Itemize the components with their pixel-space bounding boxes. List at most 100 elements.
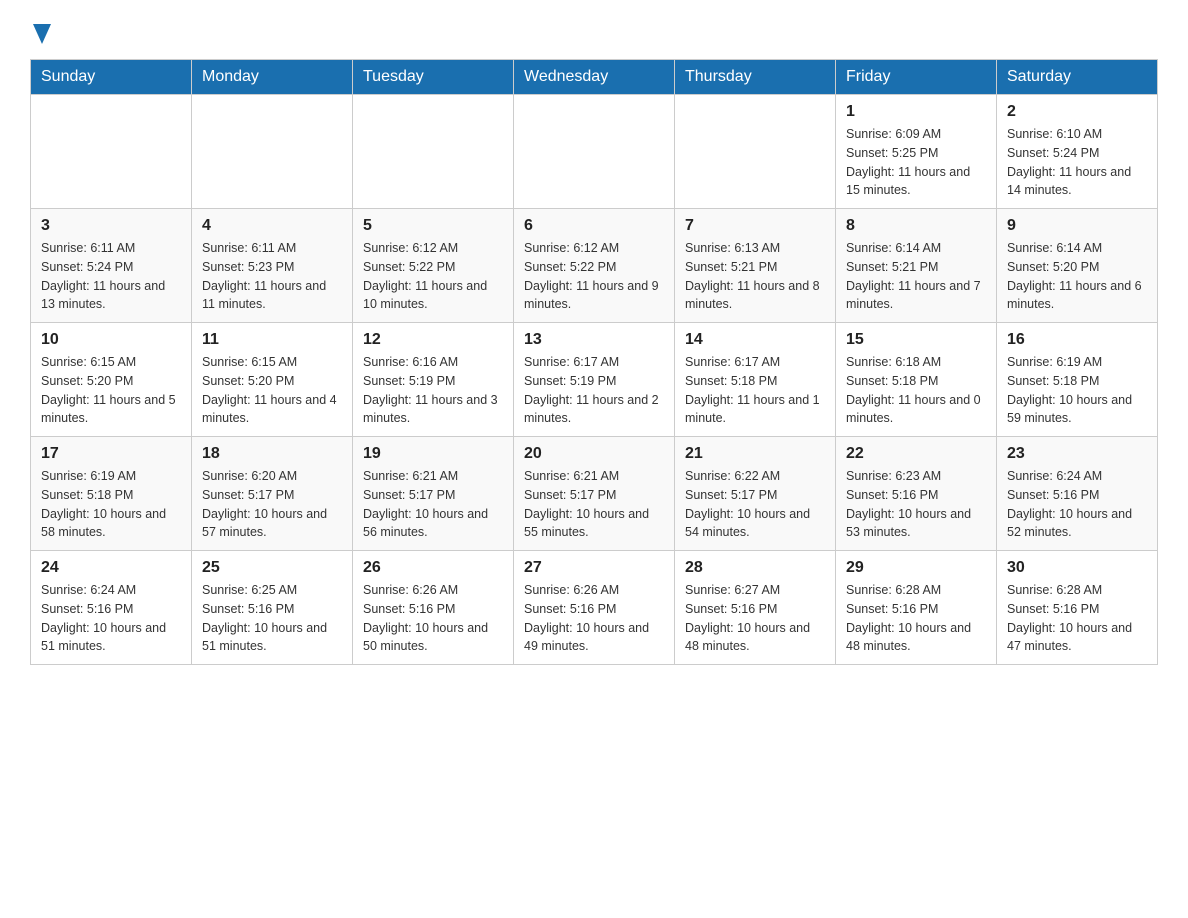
day-number: 17 (41, 445, 181, 463)
calendar-week-row: 10 Sunrise: 6:15 AMSunset: 5:20 PMDayligh… (31, 323, 1158, 437)
logo (30, 20, 51, 49)
day-number: 28 (685, 559, 825, 577)
day-number: 23 (1007, 445, 1147, 463)
calendar-week-row: 17 Sunrise: 6:19 AMSunset: 5:18 PMDayligh… (31, 437, 1158, 551)
calendar-week-row: 1Sunrise: 6:09 AMSunset: 5:25 PMDaylight… (31, 95, 1158, 209)
table-row: 8 Sunrise: 6:14 AMSunset: 5:21 PMDaylight… (836, 209, 997, 323)
table-row: 16Sunrise: 6:19 AMSunset: 5:18 PMDayligh… (997, 323, 1158, 437)
day-info: Sunrise: 6:13 AMSunset: 5:21 PMDaylight:… (685, 239, 825, 314)
table-row: 26Sunrise: 6:26 AMSunset: 5:16 PMDayligh… (353, 551, 514, 665)
day-info: Sunrise: 6:24 AMSunset: 5:16 PMDaylight:… (1007, 467, 1147, 542)
day-number: 14 (685, 331, 825, 349)
calendar-week-row: 3 Sunrise: 6:11 AMSunset: 5:24 PMDaylight… (31, 209, 1158, 323)
day-number: 6 (524, 217, 664, 235)
header-thursday: Thursday (675, 60, 836, 95)
day-info: Sunrise: 6:11 AMSunset: 5:23 PMDaylight:… (202, 239, 342, 314)
day-number: 9 (1007, 217, 1147, 235)
day-info: Sunrise: 6:19 AMSunset: 5:18 PMDaylight:… (41, 467, 181, 542)
day-number: 29 (846, 559, 986, 577)
table-row: 21 Sunrise: 6:22 AMSunset: 5:17 PMDayligh… (675, 437, 836, 551)
table-row: 6 Sunrise: 6:12 AMSunset: 5:22 PMDaylight… (514, 209, 675, 323)
day-number: 3 (41, 217, 181, 235)
table-row: 23 Sunrise: 6:24 AMSunset: 5:16 PMDayligh… (997, 437, 1158, 551)
table-row: 19 Sunrise: 6:21 AMSunset: 5:17 PMDayligh… (353, 437, 514, 551)
table-row: 4 Sunrise: 6:11 AMSunset: 5:23 PMDaylight… (192, 209, 353, 323)
header-monday: Monday (192, 60, 353, 95)
day-info: Sunrise: 6:15 AMSunset: 5:20 PMDaylight:… (202, 353, 342, 428)
day-info: Sunrise: 6:11 AMSunset: 5:24 PMDaylight:… (41, 239, 181, 314)
table-row (353, 95, 514, 209)
logo-triangle-icon (33, 24, 51, 49)
table-row: 29 Sunrise: 6:28 AMSunset: 5:16 PMDayligh… (836, 551, 997, 665)
day-info: Sunrise: 6:22 AMSunset: 5:17 PMDaylight:… (685, 467, 825, 542)
day-number: 30 (1007, 559, 1147, 577)
day-number: 15 (846, 331, 986, 349)
day-info: Sunrise: 6:17 AMSunset: 5:19 PMDaylight:… (524, 353, 664, 428)
table-row (31, 95, 192, 209)
day-info: Sunrise: 6:24 AMSunset: 5:16 PMDaylight:… (41, 581, 181, 656)
day-info: Sunrise: 6:17 AMSunset: 5:18 PMDaylight:… (685, 353, 825, 428)
day-info: Sunrise: 6:09 AMSunset: 5:25 PMDaylight:… (846, 125, 986, 200)
page-header (30, 20, 1158, 49)
day-info: Sunrise: 6:14 AMSunset: 5:20 PMDaylight:… (1007, 239, 1147, 314)
day-info: Sunrise: 6:21 AMSunset: 5:17 PMDaylight:… (363, 467, 503, 542)
day-number: 8 (846, 217, 986, 235)
day-number: 16 (1007, 331, 1147, 349)
calendar-header-row: Sunday Monday Tuesday Wednesday Thursday… (31, 60, 1158, 95)
day-info: Sunrise: 6:28 AMSunset: 5:16 PMDaylight:… (1007, 581, 1147, 656)
day-info: Sunrise: 6:18 AMSunset: 5:18 PMDaylight:… (846, 353, 986, 428)
table-row: 17 Sunrise: 6:19 AMSunset: 5:18 PMDayligh… (31, 437, 192, 551)
day-number: 7 (685, 217, 825, 235)
table-row: 11 Sunrise: 6:15 AMSunset: 5:20 PMDayligh… (192, 323, 353, 437)
table-row: 9 Sunrise: 6:14 AMSunset: 5:20 PMDaylight… (997, 209, 1158, 323)
table-row: 20 Sunrise: 6:21 AMSunset: 5:17 PMDayligh… (514, 437, 675, 551)
header-tuesday: Tuesday (353, 60, 514, 95)
day-number: 11 (202, 331, 342, 349)
day-number: 5 (363, 217, 503, 235)
day-number: 10 (41, 331, 181, 349)
table-row: 7 Sunrise: 6:13 AMSunset: 5:21 PMDaylight… (675, 209, 836, 323)
day-info: Sunrise: 6:25 AMSunset: 5:16 PMDaylight:… (202, 581, 342, 656)
day-info: Sunrise: 6:26 AMSunset: 5:16 PMDaylight:… (363, 581, 503, 656)
calendar-table: Sunday Monday Tuesday Wednesday Thursday… (30, 59, 1158, 665)
day-number: 4 (202, 217, 342, 235)
table-row: 18 Sunrise: 6:20 AMSunset: 5:17 PMDayligh… (192, 437, 353, 551)
day-number: 25 (202, 559, 342, 577)
table-row: 13Sunrise: 6:17 AMSunset: 5:19 PMDayligh… (514, 323, 675, 437)
table-row (192, 95, 353, 209)
day-number: 24 (41, 559, 181, 577)
header-friday: Friday (836, 60, 997, 95)
day-info: Sunrise: 6:28 AMSunset: 5:16 PMDaylight:… (846, 581, 986, 656)
day-info: Sunrise: 6:20 AMSunset: 5:17 PMDaylight:… (202, 467, 342, 542)
day-info: Sunrise: 6:21 AMSunset: 5:17 PMDaylight:… (524, 467, 664, 542)
calendar-week-row: 24 Sunrise: 6:24 AMSunset: 5:16 PMDayligh… (31, 551, 1158, 665)
day-number: 18 (202, 445, 342, 463)
day-number: 27 (524, 559, 664, 577)
day-info: Sunrise: 6:14 AMSunset: 5:21 PMDaylight:… (846, 239, 986, 314)
day-info: Sunrise: 6:23 AMSunset: 5:16 PMDaylight:… (846, 467, 986, 542)
table-row: 22 Sunrise: 6:23 AMSunset: 5:16 PMDayligh… (836, 437, 997, 551)
day-number: 21 (685, 445, 825, 463)
table-row (514, 95, 675, 209)
table-row: 10Sunrise: 6:15 AMSunset: 5:20 PMDayligh… (31, 323, 192, 437)
table-row: 30 Sunrise: 6:28 AMSunset: 5:16 PMDayligh… (997, 551, 1158, 665)
day-number: 2 (1007, 103, 1147, 121)
table-row: 12Sunrise: 6:16 AMSunset: 5:19 PMDayligh… (353, 323, 514, 437)
table-row: 2 Sunrise: 6:10 AMSunset: 5:24 PMDaylight… (997, 95, 1158, 209)
table-row (675, 95, 836, 209)
table-row: 27 Sunrise: 6:26 AMSunset: 5:16 PMDayligh… (514, 551, 675, 665)
table-row: 5Sunrise: 6:12 AMSunset: 5:22 PMDaylight… (353, 209, 514, 323)
day-number: 22 (846, 445, 986, 463)
day-number: 12 (363, 331, 503, 349)
day-info: Sunrise: 6:27 AMSunset: 5:16 PMDaylight:… (685, 581, 825, 656)
table-row: 1Sunrise: 6:09 AMSunset: 5:25 PMDaylight… (836, 95, 997, 209)
table-row: 28 Sunrise: 6:27 AMSunset: 5:16 PMDayligh… (675, 551, 836, 665)
table-row: 3 Sunrise: 6:11 AMSunset: 5:24 PMDaylight… (31, 209, 192, 323)
day-number: 19 (363, 445, 503, 463)
day-info: Sunrise: 6:12 AMSunset: 5:22 PMDaylight:… (524, 239, 664, 314)
day-info: Sunrise: 6:26 AMSunset: 5:16 PMDaylight:… (524, 581, 664, 656)
day-number: 20 (524, 445, 664, 463)
header-wednesday: Wednesday (514, 60, 675, 95)
table-row: 25 Sunrise: 6:25 AMSunset: 5:16 PMDayligh… (192, 551, 353, 665)
day-info: Sunrise: 6:10 AMSunset: 5:24 PMDaylight:… (1007, 125, 1147, 200)
